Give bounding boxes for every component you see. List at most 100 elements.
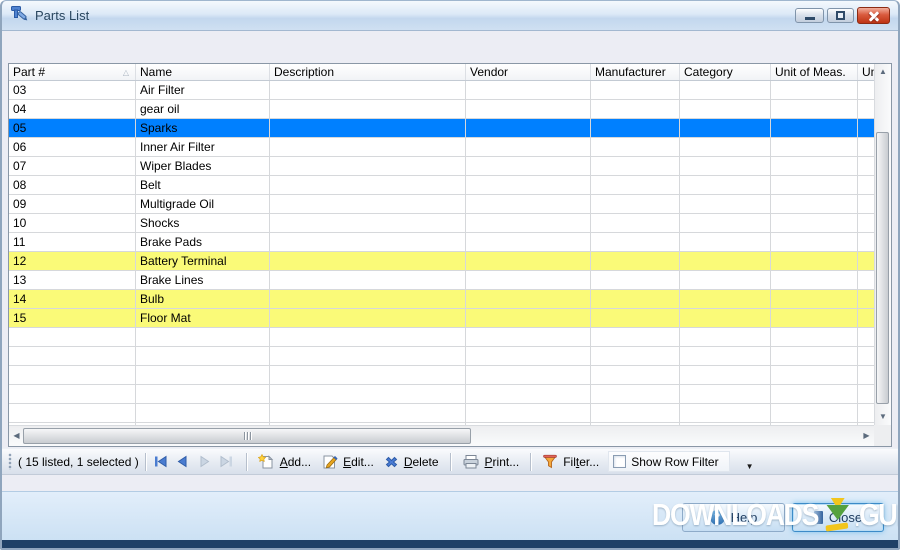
table-cell[interactable] xyxy=(771,385,858,403)
table-cell[interactable] xyxy=(771,119,858,137)
table-cell[interactable] xyxy=(591,157,680,175)
column-header[interactable]: Unit of Meas. xyxy=(771,64,858,80)
table-cell[interactable]: Battery Terminal xyxy=(136,252,270,270)
table-cell[interactable] xyxy=(466,252,591,270)
table-cell[interactable] xyxy=(270,328,466,346)
table-cell[interactable] xyxy=(858,385,874,403)
last-record-button[interactable] xyxy=(218,453,240,470)
table-cell[interactable]: Inner Air Filter xyxy=(136,138,270,156)
table-cell[interactable]: 08 xyxy=(9,176,136,194)
table-cell[interactable] xyxy=(591,252,680,270)
first-record-button[interactable] xyxy=(152,453,174,470)
scroll-up-icon[interactable]: ▲ xyxy=(875,64,891,80)
table-cell[interactable] xyxy=(771,347,858,365)
table-cell[interactable] xyxy=(771,233,858,251)
table-cell[interactable] xyxy=(591,404,680,422)
table-cell[interactable] xyxy=(591,385,680,403)
table-row[interactable]: 10 Shocks xyxy=(9,214,874,233)
table-cell[interactable] xyxy=(858,81,874,99)
table-cell[interactable] xyxy=(591,347,680,365)
table-cell[interactable] xyxy=(858,214,874,232)
toolbar-overflow-icon[interactable]: ▼ xyxy=(746,462,754,474)
table-cell[interactable] xyxy=(466,81,591,99)
table-cell[interactable]: 06 xyxy=(9,138,136,156)
table-cell[interactable] xyxy=(591,328,680,346)
table-cell[interactable]: 07 xyxy=(9,157,136,175)
table-cell[interactable] xyxy=(270,157,466,175)
table-cell[interactable] xyxy=(466,176,591,194)
table-cell[interactable]: 03 xyxy=(9,81,136,99)
table-cell[interactable] xyxy=(136,404,270,422)
table-cell[interactable] xyxy=(270,119,466,137)
table-cell[interactable] xyxy=(9,347,136,365)
table-cell[interactable] xyxy=(9,404,136,422)
table-cell[interactable] xyxy=(771,176,858,194)
table-cell[interactable]: 10 xyxy=(9,214,136,232)
table-row[interactable]: 15 Floor Mat xyxy=(9,309,874,328)
table-cell[interactable]: Wiper Blades xyxy=(136,157,270,175)
table-row[interactable] xyxy=(9,404,874,423)
table-cell[interactable] xyxy=(466,138,591,156)
table-cell[interactable] xyxy=(771,100,858,118)
table-cell[interactable] xyxy=(858,195,874,213)
table-row[interactable]: 13 Brake Lines xyxy=(9,271,874,290)
table-cell[interactable] xyxy=(591,366,680,384)
table-row[interactable]: 03 Air Filter xyxy=(9,81,874,100)
table-cell[interactable] xyxy=(680,214,771,232)
table-cell[interactable]: Floor Mat xyxy=(136,309,270,327)
horizontal-scrollbar[interactable]: ◀ ▶ xyxy=(9,425,874,446)
table-cell[interactable] xyxy=(680,233,771,251)
table-cell[interactable] xyxy=(591,138,680,156)
table-cell[interactable]: 05 xyxy=(9,119,136,137)
minimize-button[interactable] xyxy=(795,7,824,23)
table-cell[interactable]: gear oil xyxy=(136,100,270,118)
table-cell[interactable] xyxy=(858,100,874,118)
table-cell[interactable] xyxy=(466,328,591,346)
maximize-button[interactable] xyxy=(827,7,854,23)
table-cell[interactable] xyxy=(270,100,466,118)
column-header[interactable]: Manufacturer xyxy=(591,64,680,80)
column-header[interactable]: Category xyxy=(680,64,771,80)
table-cell[interactable] xyxy=(858,119,874,137)
vertical-scroll-thumb[interactable] xyxy=(876,132,889,404)
table-cell[interactable] xyxy=(591,214,680,232)
table-cell[interactable] xyxy=(858,290,874,308)
table-cell[interactable] xyxy=(680,404,771,422)
table-row[interactable]: 05 Sparks xyxy=(9,119,874,138)
table-cell[interactable] xyxy=(680,366,771,384)
table-cell[interactable] xyxy=(270,214,466,232)
vertical-scrollbar[interactable]: ▲ ▼ xyxy=(874,64,891,425)
table-cell[interactable] xyxy=(680,81,771,99)
table-cell[interactable] xyxy=(591,233,680,251)
table-cell[interactable]: Brake Lines xyxy=(136,271,270,289)
toolbar-grip[interactable] xyxy=(8,453,12,470)
table-cell[interactable]: 13 xyxy=(9,271,136,289)
column-header[interactable]: Part # △ xyxy=(9,64,136,80)
table-cell[interactable]: 12 xyxy=(9,252,136,270)
table-cell[interactable] xyxy=(270,385,466,403)
table-cell[interactable] xyxy=(591,195,680,213)
table-cell[interactable] xyxy=(591,271,680,289)
table-row[interactable]: 11 Brake Pads xyxy=(9,233,874,252)
table-row[interactable]: 06 Inner Air Filter xyxy=(9,138,874,157)
table-cell[interactable]: Sparks xyxy=(136,119,270,137)
table-cell[interactable] xyxy=(591,81,680,99)
table-cell[interactable]: 11 xyxy=(9,233,136,251)
table-cell[interactable] xyxy=(771,290,858,308)
table-cell[interactable] xyxy=(771,157,858,175)
table-cell[interactable] xyxy=(591,290,680,308)
table-row[interactable] xyxy=(9,347,874,366)
table-cell[interactable] xyxy=(591,309,680,327)
table-cell[interactable] xyxy=(270,366,466,384)
table-cell[interactable] xyxy=(466,290,591,308)
table-cell[interactable] xyxy=(680,119,771,137)
show-row-filter-checkbox[interactable] xyxy=(613,455,627,468)
table-cell[interactable] xyxy=(466,385,591,403)
table-cell[interactable] xyxy=(466,347,591,365)
table-cell[interactable] xyxy=(858,328,874,346)
table-row[interactable]: 09 Multigrade Oil xyxy=(9,195,874,214)
table-cell[interactable] xyxy=(680,290,771,308)
table-cell[interactable] xyxy=(771,81,858,99)
table-cell[interactable] xyxy=(270,138,466,156)
table-row[interactable]: 12 Battery Terminal xyxy=(9,252,874,271)
